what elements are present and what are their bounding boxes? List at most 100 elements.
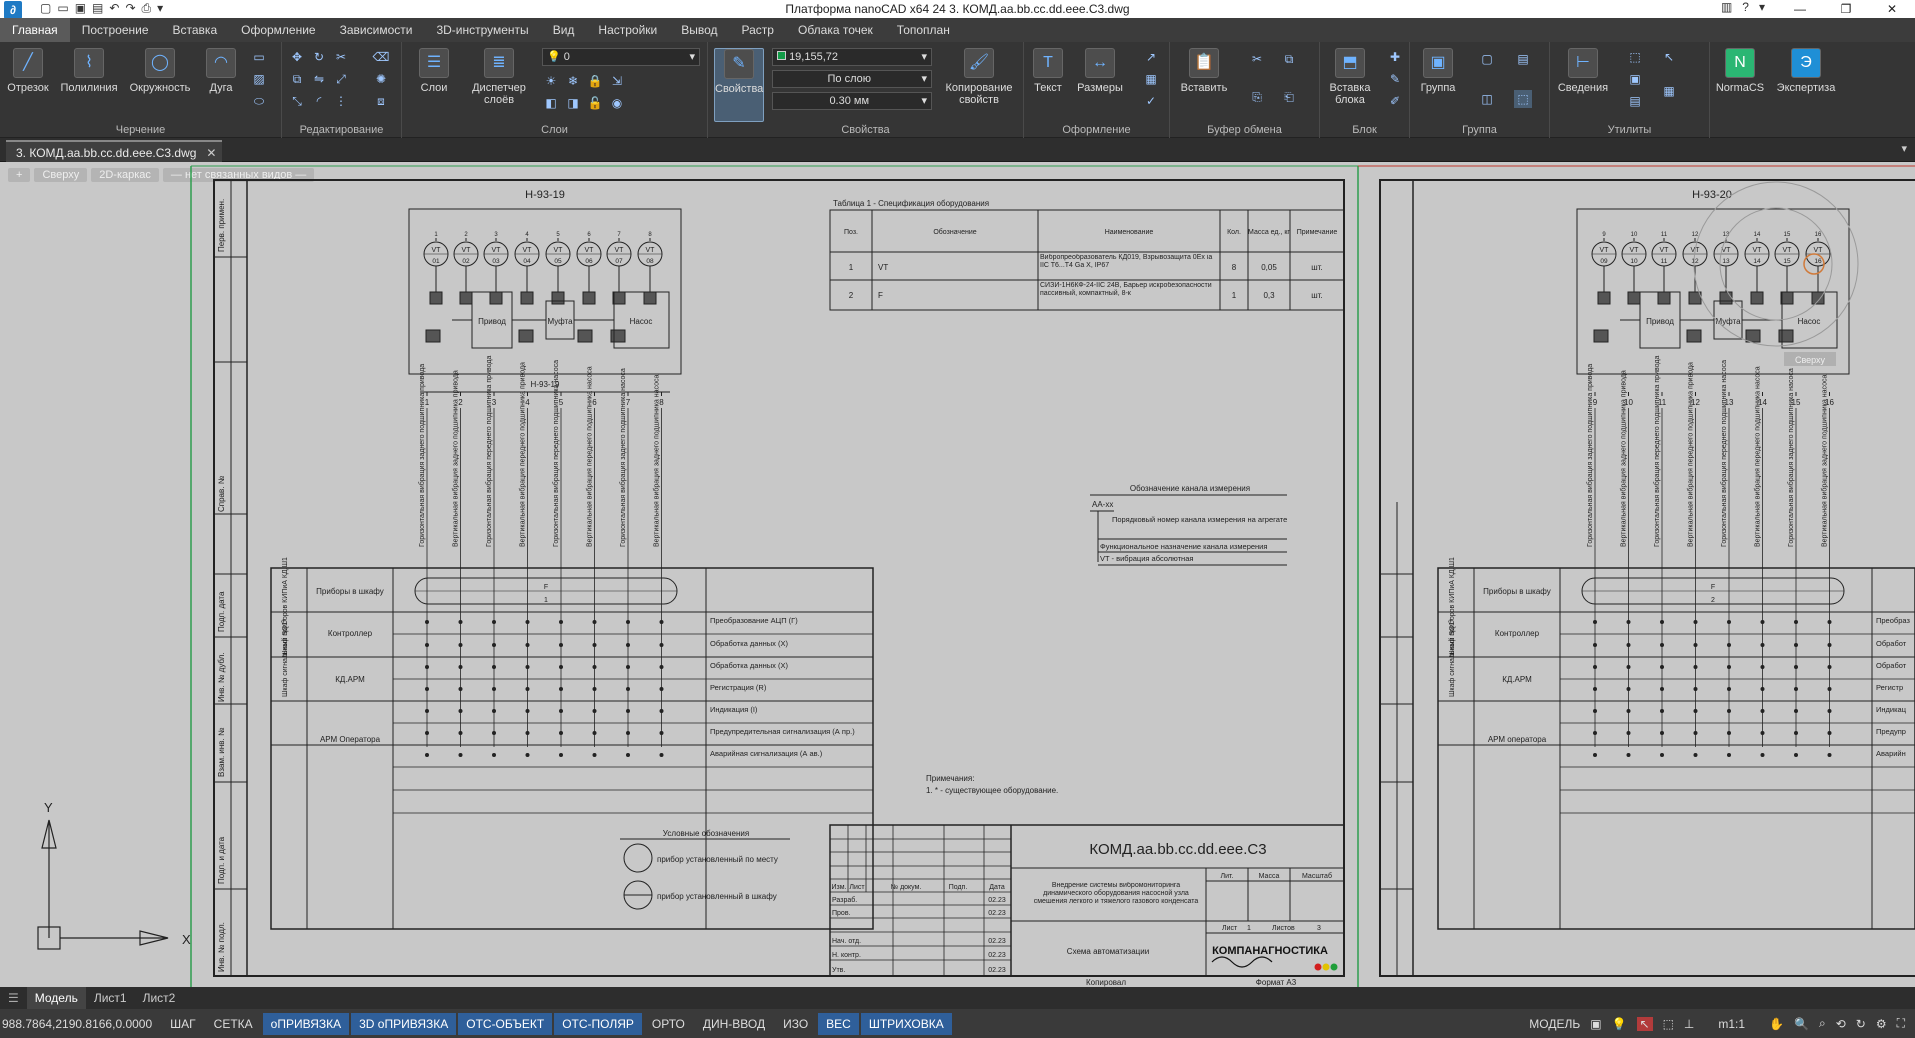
menu-constraints[interactable]: Зависимости: [328, 18, 425, 42]
trim-icon[interactable]: ✂: [332, 48, 350, 66]
group-button[interactable]: ▣ Группа: [1412, 48, 1464, 94]
pan-icon[interactable]: ✋: [1769, 1017, 1784, 1031]
maximize-button[interactable]: ❐: [1823, 0, 1869, 18]
linetype-select[interactable]: По слою ▾: [772, 70, 932, 88]
orbit-icon[interactable]: ⟲: [1836, 1017, 1846, 1031]
stretch-icon[interactable]: ⤢: [332, 70, 350, 88]
layer-off-icon[interactable]: ◨: [564, 94, 582, 112]
group-selection-toggle-icon[interactable]: ⬚: [1514, 90, 1532, 108]
layer-select[interactable]: 💡 0 ▾: [542, 48, 700, 66]
menu-topoplan[interactable]: Топоплан: [885, 18, 962, 42]
select-icon[interactable]: ⬚: [1626, 48, 1644, 66]
status-toggle[interactable]: ОРТО: [644, 1013, 693, 1035]
layer-unlock-icon[interactable]: 🔓: [586, 94, 604, 112]
pointer-icon[interactable]: ↖: [1660, 48, 1678, 66]
layer-manager-button[interactable]: ≣ Диспетчер слоёв: [464, 48, 534, 106]
explode-icon[interactable]: ✺: [372, 70, 390, 88]
track-status-icon[interactable]: ⊥: [1684, 1017, 1694, 1031]
refresh-icon[interactable]: ↻: [1856, 1017, 1866, 1031]
menu-output[interactable]: Вывод: [669, 18, 729, 42]
erase-icon[interactable]: ⌫: [372, 48, 390, 66]
snap-status-icon[interactable]: ⬚: [1663, 1017, 1674, 1031]
lineweight-select[interactable]: 0.30 мм ▾: [772, 92, 932, 110]
menu-home[interactable]: Главная: [0, 18, 70, 42]
minimize-button[interactable]: —: [1777, 0, 1823, 18]
expertise-button[interactable]: Э Экспертиза: [1770, 48, 1842, 94]
status-toggle[interactable]: ВЕС: [818, 1012, 859, 1035]
status-toggle[interactable]: 3D оПРИВЯЗКА: [351, 1012, 457, 1035]
layers-button[interactable]: ☰ Слои: [406, 48, 462, 94]
menu-annotate[interactable]: Оформление: [229, 18, 327, 42]
calc-icon[interactable]: ▤: [1626, 92, 1644, 110]
layer-walk-icon[interactable]: ◉: [608, 94, 626, 112]
insert-block-button[interactable]: ⬒ Вставка блока: [1322, 48, 1378, 106]
layer-match-icon[interactable]: ⇲: [608, 72, 626, 90]
array-icon[interactable]: ⋮: [332, 92, 350, 110]
scale-icon[interactable]: ⤡: [288, 92, 306, 110]
drawing-canvas[interactable]: + Сверху 2D-каркас — нет связанных видов…: [0, 162, 1915, 987]
help-icon[interactable]: ?: [1742, 0, 1749, 14]
dimensions-button[interactable]: ↔ Размеры: [1072, 48, 1128, 94]
status-toggle[interactable]: ШАГ: [162, 1013, 204, 1035]
close-button[interactable]: ✕: [1869, 0, 1915, 18]
menu-build[interactable]: Построение: [70, 18, 161, 42]
view-icon[interactable]: ▦: [1660, 82, 1678, 100]
status-toggle[interactable]: СЕТКА: [206, 1013, 261, 1035]
layout-menu-icon[interactable]: ☰: [0, 991, 27, 1005]
arc-button[interactable]: ◠ Дуга: [198, 48, 244, 94]
copy-properties-button[interactable]: 🖌 Копирование свойств: [940, 48, 1018, 106]
help-dropdown-icon[interactable]: ▾: [1759, 0, 1765, 14]
color-select[interactable]: 19,155,72 ▾: [772, 48, 932, 66]
edit-block-icon[interactable]: ✎: [1386, 70, 1404, 88]
menu-raster[interactable]: Растр: [730, 18, 786, 42]
rectangle-icon[interactable]: ▭: [250, 48, 268, 66]
menu-view[interactable]: Вид: [541, 18, 587, 42]
mirror-icon[interactable]: ⇋: [310, 70, 328, 88]
annotation-scale[interactable]: m1:1: [1704, 1017, 1759, 1031]
status-toggle[interactable]: ДИН-ВВОД: [695, 1013, 773, 1035]
layer-isolate-icon[interactable]: ◧: [542, 94, 560, 112]
view-cube-label[interactable]: Сверху: [1795, 355, 1826, 365]
move-icon[interactable]: ✥: [288, 48, 306, 66]
copy-clip-icon[interactable]: ⧉: [1280, 50, 1298, 68]
properties-button[interactable]: ✎ Свойства: [714, 48, 764, 122]
rotate-icon[interactable]: ↻: [310, 48, 328, 66]
document-tab[interactable]: 3. КОМД.аа.bb.cc.dd.eee.C3.dwg ✕: [6, 140, 223, 164]
circle-button[interactable]: ◯ Окружность: [124, 48, 196, 94]
ribbon-toggle-icon[interactable]: ▥: [1721, 0, 1732, 14]
menu-point-clouds[interactable]: Облака точек: [786, 18, 885, 42]
tab-list-icon[interactable]: ▾: [1901, 142, 1907, 155]
line-button[interactable]: ╱ Отрезок: [0, 48, 56, 94]
copy-base-icon[interactable]: ⎘: [1248, 88, 1266, 106]
status-toggle[interactable]: ИЗО: [775, 1013, 816, 1035]
quick-select-icon[interactable]: ▣: [1626, 70, 1644, 88]
menu-settings[interactable]: Настройки: [586, 18, 669, 42]
offset-icon[interactable]: ⧈: [372, 92, 390, 110]
status-toggle[interactable]: оПРИВЯЗКА: [262, 1012, 350, 1035]
create-block-icon[interactable]: ✚: [1386, 48, 1404, 66]
group-select-icon[interactable]: ◫: [1478, 90, 1496, 108]
summary-button[interactable]: ⊢ Сведения: [1552, 48, 1614, 94]
hatch-icon[interactable]: ▨: [250, 70, 268, 88]
layer-freeze-icon[interactable]: ❄: [564, 72, 582, 90]
status-toggle[interactable]: ШТРИХОВКА: [860, 1012, 952, 1035]
text-button[interactable]: T Текст: [1026, 48, 1070, 94]
attribute-icon[interactable]: ✐: [1386, 92, 1404, 110]
ellipse-icon[interactable]: ⬭: [250, 92, 268, 110]
copy-icon[interactable]: ⧉: [288, 70, 306, 88]
menu-3d-tools[interactable]: 3D-инструменты: [424, 18, 540, 42]
lightbulb-status-icon[interactable]: 💡: [1612, 1017, 1627, 1031]
tab-model[interactable]: Модель: [26, 987, 86, 1009]
tab-sheet1[interactable]: Лист1: [86, 987, 135, 1009]
paste-button[interactable]: 📋 Вставить: [1174, 48, 1234, 94]
mark-icon[interactable]: ✓: [1142, 92, 1160, 110]
zoom-window-icon[interactable]: ⌕: [1819, 1016, 1826, 1031]
ungroup-icon[interactable]: ▢: [1478, 50, 1496, 68]
close-tab-icon[interactable]: ✕: [206, 142, 216, 164]
menu-insert[interactable]: Вставка: [161, 18, 230, 42]
layer-lock-icon[interactable]: 🔒: [586, 72, 604, 90]
normacs-button[interactable]: N NormaCS: [1712, 48, 1768, 94]
leader-icon[interactable]: ↗: [1142, 48, 1160, 66]
polyline-button[interactable]: ⌇ Полилиния: [58, 48, 120, 94]
paste-special-icon[interactable]: ⎗: [1280, 88, 1298, 106]
